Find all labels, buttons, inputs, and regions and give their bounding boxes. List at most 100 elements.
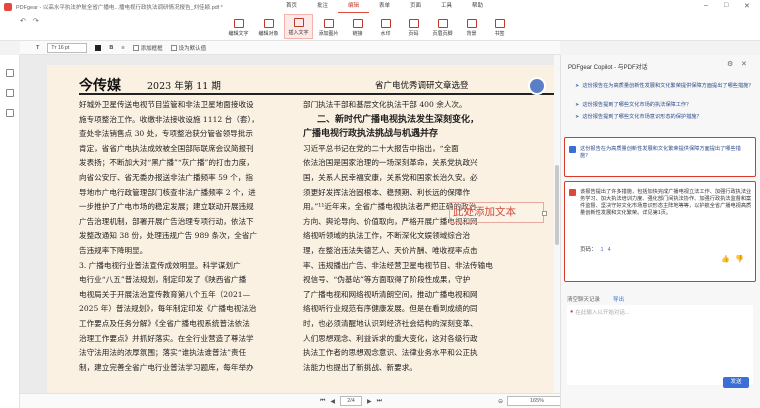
text-line: 向省公安厅、省无委办报送非法广播频率 59 个，指: [79, 172, 253, 182]
text-line: 治理工作要点》并抓好落实。在全行业营造了尊法学: [79, 333, 254, 343]
zoom-level-select[interactable]: 165%: [507, 396, 568, 406]
border-checkbox[interactable]: [132, 45, 139, 52]
menu-item-home[interactable]: 首页: [276, 0, 307, 13]
thumbs-up-icon[interactable]: 👍: [721, 255, 730, 263]
link-button[interactable]: 链接: [344, 14, 371, 39]
menu-item-help[interactable]: 帮助: [462, 0, 493, 13]
text-line: 人们思想观念、利益诉求的重大变化，这对各级行政: [303, 333, 478, 343]
page-number-button[interactable]: 页码: [400, 14, 427, 39]
default-checkbox[interactable]: [170, 45, 177, 52]
text-line: 广告治理机制，部署开展广告治理专项行动，依法下: [79, 216, 254, 226]
text-line: 施专项整治工作。收缴非法接收设施 1112 台（套），: [79, 114, 259, 124]
pdf-page[interactable]: 今传媒 2023 年第 11 期 省广电优秀调研文章选登 好城外卫星传送电视节目…: [47, 65, 560, 393]
next-page-icon[interactable]: ▶: [367, 398, 372, 405]
chat-icon: ●: [570, 309, 574, 315]
edit-text-button[interactable]: 编辑文字: [224, 14, 253, 39]
user-avatar-icon: [569, 146, 576, 153]
add-image-button[interactable]: 添加图片: [314, 14, 343, 39]
document-viewer[interactable]: 今传媒 2023 年第 11 期 省广电优秀调研文章选登 好城外卫星传送电视节目…: [20, 55, 560, 393]
text-line: 法能力也提出了新挑战、新要求。: [303, 362, 417, 372]
inserted-text-box[interactable]: 此处添加文本: [449, 202, 547, 223]
font-size-value: 16 pt: [58, 44, 70, 51]
suggested-question[interactable]: ➤ 这份报告提到了哪些文化市场的执法保障工作？: [575, 102, 755, 109]
border-label: 添加框框: [140, 45, 163, 52]
suggested-question[interactable]: ➤ 这份报告在为高质量创新性发展和文化繁荣提供保障方面提出了哪些措施？: [575, 83, 755, 90]
page-link[interactable]: 4: [608, 247, 611, 253]
suggested-question-text: 这份报告提到了哪些文化市场意识形态的保护措施？: [582, 114, 702, 120]
bookmark-panel-icon[interactable]: [6, 69, 14, 77]
copilot-float-icon[interactable]: [528, 77, 546, 95]
thumbnail-panel-icon[interactable]: [6, 89, 14, 97]
menu-item-annotate[interactable]: 批注: [307, 0, 338, 13]
clear-chat-button[interactable]: 清空聊天记录: [567, 295, 600, 303]
edit-object-button[interactable]: 编辑对象: [254, 14, 283, 39]
inserted-text[interactable]: 此处添加文本: [453, 206, 516, 218]
bookmark-button[interactable]: 书签: [486, 14, 513, 39]
undo-icon[interactable]: ↶: [20, 17, 26, 25]
thumbs-down-icon[interactable]: 👎: [735, 255, 744, 263]
text-line: 依法治国是国家治理的一场深刻革命，关系党执政兴: [303, 158, 478, 168]
page-link[interactable]: 1: [601, 247, 604, 253]
text-line: 好城外卫星传送电视节目监管和非法卫星地面接收设: [79, 100, 254, 109]
ai-message: 该报告提出了许多措施，包括加快完成广播电视立法工作、加强行政执法业务学习、加大执…: [564, 181, 756, 282]
default-option[interactable]: 设为默认值: [170, 44, 207, 52]
menu-item-edit[interactable]: 编辑: [338, 0, 369, 13]
scrollbar-thumb[interactable]: [555, 165, 559, 245]
menu-item-page[interactable]: 页面: [400, 0, 431, 13]
edit-text-icon: [233, 19, 244, 28]
resize-handle[interactable]: [542, 211, 547, 216]
bold-icon[interactable]: B: [109, 45, 113, 51]
suggested-question[interactable]: ➤ 这份报告提到了哪些文化市场意识形态的保护措施？: [575, 114, 755, 121]
minimize-button[interactable]: –: [704, 2, 708, 9]
text-line: 络视听行业规范有序健康发展。但是在看到成绩的同: [303, 304, 478, 314]
zoom-out-icon[interactable]: ⊖: [498, 398, 503, 405]
last-page-icon[interactable]: ⏭: [377, 398, 382, 405]
text-line: 理，在整治违法失德艺人、天价片酬、唯收视率点击: [303, 245, 478, 255]
close-button[interactable]: ✕: [744, 2, 750, 10]
section-title: 省广电优秀调研文章选登: [375, 81, 469, 91]
status-bar: ⏮ ◀ 2/4 ▶ ⏭ ⊖ 165% ⊕: [20, 393, 576, 408]
text-tool-icon: T: [36, 44, 40, 51]
background-button[interactable]: 背景: [458, 14, 485, 39]
search-panel-icon[interactable]: [6, 109, 14, 117]
bookmark-icon: [494, 19, 505, 28]
link-icon: [352, 19, 363, 28]
maximize-button[interactable]: □: [724, 2, 728, 9]
default-label: 设为默认值: [178, 45, 207, 52]
text-line: 电行业“八五”普法规划，制定印发了《陕西省广播: [79, 275, 247, 285]
text-line: 告违规率下降明显。: [79, 245, 148, 255]
text-line: 2025 年）普法规划》，每年制定印发《广播电视法治: [79, 304, 257, 314]
header-footer-button[interactable]: 页眉页脚: [428, 14, 457, 39]
text-color-icon[interactable]: [95, 44, 102, 51]
text-line: 时，也必须清醒地认识到经济社会结构的深刻变革、: [303, 318, 478, 328]
page-number-input[interactable]: 2/4: [340, 396, 363, 406]
align-icon[interactable]: ≡: [121, 45, 124, 51]
header-divider: [79, 93, 560, 95]
copilot-settings-icon[interactable]: ⚙: [727, 60, 733, 68]
first-page-icon[interactable]: ⏮: [320, 398, 325, 405]
copilot-close-icon[interactable]: ✕: [741, 60, 747, 68]
prev-page-icon[interactable]: ◀: [330, 398, 335, 405]
text-line: 率、违规播出广告、非法经营卫星电视节目、非法传输电: [303, 260, 493, 270]
journal-issue: 2023 年第 11 期: [147, 81, 221, 92]
export-button[interactable]: 导出: [613, 295, 624, 303]
insert-text-icon: [293, 18, 304, 27]
window-title: PDFgear - 以高水平执法护航全省广播电...播电视行政执法调研情况报告_…: [16, 4, 223, 11]
send-button[interactable]: 发送: [723, 377, 749, 388]
text-line: 习近平总书记在党的二十大报告中指出，“全面: [303, 143, 459, 153]
font-size-select[interactable]: Tт 16 pt: [47, 42, 88, 53]
ribbon-toolbar: ↶ ↷ 编辑文字 编辑对象 插入文字 添加图片 链接 水印 页码 页眉页脚 背景…: [0, 13, 760, 41]
background-icon: [466, 19, 477, 28]
copilot-panel: PDFgear Copilot - 与PDF对话 ⚙ ✕ ➤ 这份报告在为高质量创…: [560, 55, 760, 408]
insert-text-button[interactable]: 插入文字: [284, 14, 313, 39]
menu-item-tools[interactable]: 工具: [431, 0, 462, 13]
redo-icon[interactable]: ↷: [33, 17, 39, 25]
right-text-column: 部门执法干部和基层文化执法干部 400 余人次。 二、新时代广播电视执法发生深刻…: [303, 98, 533, 375]
journal-name: 今传媒: [79, 78, 121, 94]
text-line: 导地市广电行政管理部门核查非法广播频率 2 个，进: [79, 187, 256, 197]
border-option[interactable]: 添加框框: [132, 44, 163, 52]
chat-input[interactable]: ● 在此输入以开始对话...: [567, 305, 753, 385]
watermark-button[interactable]: 水印: [372, 14, 399, 39]
pages-label: 页码：: [580, 247, 597, 253]
menu-item-form[interactable]: 表单: [369, 0, 400, 13]
